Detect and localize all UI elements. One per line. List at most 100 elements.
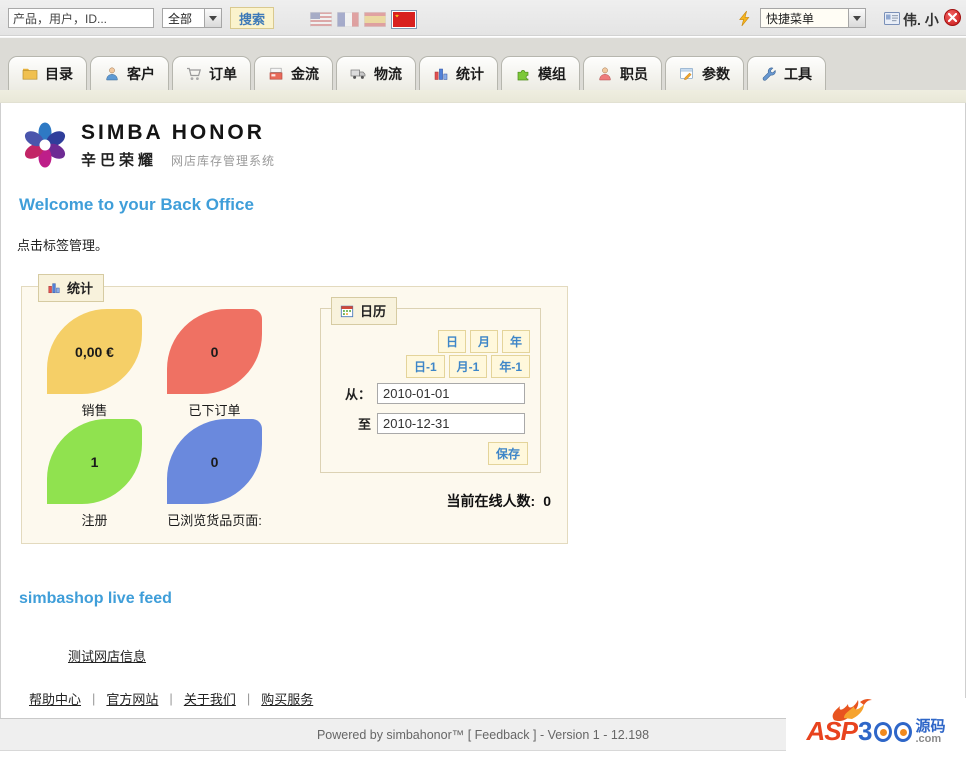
intro-text: 点击标签管理。	[17, 238, 109, 253]
tab-catalog[interactable]: 目录	[8, 56, 87, 90]
calendar-panel: 日历 日 月 年 日-1 月-1 年-1 从： 至 保存	[320, 297, 541, 473]
date-to-label: 至	[357, 417, 371, 432]
china-flag-icon[interactable]	[391, 10, 417, 29]
stat-tiles: 0,00 € 销售 0 已下订单 1 注册 0 已浏览货品页面:	[47, 309, 317, 529]
tab-tools[interactable]: 工具	[747, 56, 826, 90]
stat-pageviews-value: 0	[167, 419, 262, 504]
stat-sales-label: 销售	[81, 403, 108, 418]
tab-shipping[interactable]: 物流	[336, 56, 416, 90]
cash-register-icon	[269, 67, 283, 80]
lightning-icon	[736, 10, 753, 27]
search-category-value: 全部	[168, 11, 193, 26]
live-feed-title: simbashop live feed	[19, 590, 172, 607]
tab-label: 工具	[784, 65, 812, 82]
stats-panel: 统计 0,00 € 销售 0 已下订单 1 注册 0 已浏览货品页面: 日历 日…	[21, 274, 568, 544]
pinwheel-logo-icon	[24, 122, 66, 168]
folder-icon	[22, 68, 38, 80]
window-pencil-icon	[680, 67, 693, 80]
tab-label: 客户	[127, 65, 155, 82]
powered-by-text: Powered by simbahonor™ [ Feedback ] - Ve…	[316, 728, 650, 742]
search-button[interactable]: 搜索	[230, 7, 275, 29]
egg-zero-icon	[874, 721, 893, 742]
online-visitors-count: 0	[543, 493, 551, 509]
france-flag-icon[interactable]	[336, 11, 360, 28]
watermark-three-text: 3	[857, 716, 873, 746]
about-us-link[interactable]: 关于我们	[184, 689, 236, 708]
stat-orders-label: 已下订单	[188, 403, 241, 418]
watermark-asp-text: ASP	[806, 716, 858, 746]
quick-menu-select[interactable]: 快捷菜单	[760, 8, 866, 28]
year-minus-1-button[interactable]: 年-1	[491, 355, 530, 378]
quick-menu-value: 快捷菜单	[766, 11, 815, 26]
us-flag-icon[interactable]	[309, 11, 333, 28]
bar-chart-icon	[434, 68, 448, 80]
main-content: SIMBA HONOR 辛巴荣耀 网店库存管理系统 Welcome to you…	[0, 103, 966, 718]
sub-tab-bar	[0, 90, 966, 103]
save-button[interactable]: 保存	[487, 442, 528, 465]
year-button[interactable]: 年	[501, 330, 530, 353]
stat-sales-value: 0,00 €	[47, 309, 142, 394]
calendar-icon	[340, 305, 354, 317]
tab-label: 金流	[291, 65, 319, 82]
wrench-icon	[762, 66, 776, 81]
month-button[interactable]: 月	[469, 330, 498, 353]
person-blue-icon	[106, 67, 118, 80]
tab-customers[interactable]: 客户	[90, 56, 169, 90]
shop-info-link[interactable]: 测试网店信息	[68, 646, 146, 665]
watermark-com-text: .com	[915, 732, 942, 745]
watermark-cn-text: 源码	[915, 717, 946, 735]
month-minus-1-button[interactable]: 月-1	[448, 355, 488, 378]
buy-service-link[interactable]: 购买服务	[261, 689, 313, 708]
brand-logo: SIMBA HONOR 辛巴荣耀 网店库存管理系统	[19, 119, 965, 171]
truck-icon	[350, 69, 366, 79]
tab-employees[interactable]: 职员	[583, 56, 662, 90]
spain-flag-icon[interactable]	[363, 11, 387, 28]
chevron-down-icon	[848, 9, 865, 27]
current-user-name: 伟. 小	[903, 12, 939, 28]
asp300-watermark: ASP 3 源码 .com	[786, 698, 966, 765]
tab-strip: 目录 客户 订单 金流 物流 统计 模组 职员 参数 工具	[0, 37, 966, 90]
day-button[interactable]: 日	[437, 330, 466, 353]
tab-label: 订单	[209, 65, 237, 82]
logout-icon[interactable]	[944, 9, 961, 26]
tab-orders[interactable]: 订单	[172, 56, 251, 90]
id-card-icon	[884, 12, 900, 25]
tab-payments[interactable]: 金流	[254, 56, 333, 90]
online-visitors: 当前在线人数: 0	[447, 491, 551, 511]
egg-zero-icon	[894, 721, 913, 742]
help-center-link[interactable]: 帮助中心	[29, 689, 81, 708]
day-minus-1-button[interactable]: 日-1	[405, 355, 445, 378]
global-search-input[interactable]	[8, 8, 154, 28]
stats-legend: 统计	[38, 274, 105, 302]
date-to-input[interactable]	[377, 413, 525, 434]
calendar-legend: 日历	[331, 297, 398, 325]
language-flags	[309, 10, 417, 29]
stat-pageviews-label: 已浏览货品页面:	[167, 513, 262, 528]
puzzle-icon	[517, 69, 529, 80]
stats-legend-label: 统计	[67, 281, 94, 296]
link-separator: |	[246, 691, 251, 706]
brand-tagline: 网店库存管理系统	[171, 153, 276, 168]
stat-registrations-value: 1	[47, 419, 142, 504]
chevron-down-icon	[204, 9, 221, 27]
online-visitors-label: 当前在线人数:	[446, 493, 536, 509]
top-bar: 全部 搜索 快捷菜单 伟. 小	[0, 0, 966, 36]
main-tabs: 目录 客户 订单 金流 物流 统计 模组 职员 参数 工具	[8, 56, 826, 90]
date-from-input[interactable]	[377, 383, 525, 404]
brand-title: SIMBA HONOR	[81, 120, 265, 144]
stat-orders-value: 0	[167, 309, 262, 394]
tab-label: 参数	[702, 65, 730, 82]
link-separator: |	[92, 691, 96, 706]
official-site-link[interactable]: 官方网站	[106, 689, 158, 708]
calendar-legend-label: 日历	[360, 304, 387, 319]
search-category-select[interactable]: 全部	[162, 8, 222, 28]
tab-stats[interactable]: 统计	[419, 56, 498, 90]
bar-chart-icon	[48, 282, 60, 293]
tab-label: 统计	[456, 65, 484, 82]
tab-label: 模组	[538, 65, 566, 82]
tab-modules[interactable]: 模组	[501, 56, 580, 90]
tab-label: 目录	[45, 65, 73, 82]
tab-label: 物流	[374, 65, 402, 82]
tab-preferences[interactable]: 参数	[665, 56, 744, 90]
date-from-label: 从：	[344, 387, 371, 402]
